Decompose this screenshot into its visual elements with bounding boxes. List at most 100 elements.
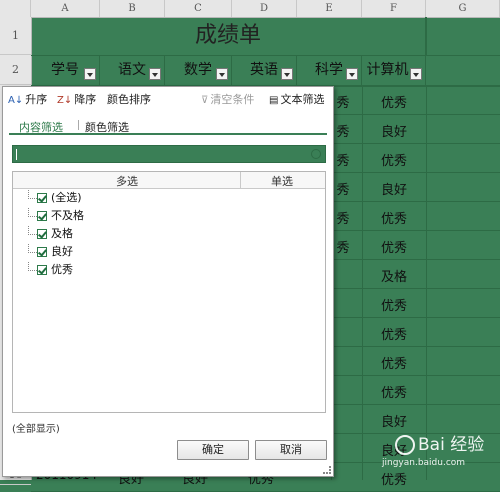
cell-computer-grade[interactable]: 优秀 bbox=[362, 92, 426, 111]
cell-science-grade-partial[interactable]: 秀 bbox=[333, 92, 353, 111]
cell-computer-grade[interactable]: 优秀 bbox=[362, 469, 426, 488]
header-cell-science[interactable]: 科学 bbox=[297, 56, 362, 86]
sheet-title[interactable]: 成绩单 bbox=[31, 17, 426, 55]
filter-dropdown-icon[interactable] bbox=[346, 68, 358, 80]
sort-desc-label: 降序 bbox=[74, 93, 97, 106]
list-item-label: 优秀 bbox=[51, 263, 73, 276]
single-select-mode[interactable]: 单选 bbox=[271, 173, 293, 189]
title-ext-cell[interactable] bbox=[426, 17, 500, 55]
cell-computer-grade[interactable]: 优秀 bbox=[362, 382, 426, 401]
col-header-a[interactable]: A bbox=[31, 0, 100, 17]
text-filter-label: 文本筛选 bbox=[280, 93, 325, 106]
filter-tabs: 内容筛选 颜色筛选 bbox=[9, 119, 327, 135]
filter-dropdown-icon[interactable] bbox=[410, 68, 422, 80]
search-icon bbox=[311, 149, 321, 159]
resize-grip-icon[interactable] bbox=[323, 466, 331, 474]
header-label: 学号 bbox=[51, 62, 79, 78]
filter-search-input[interactable] bbox=[12, 145, 326, 163]
auto-filter-dialog: A↓ 升序 Z↓ 降序 颜色排序 ⊽ 清空条件 ▤ 文本筛选 内容筛选 颜色筛选 多选 … bbox=[2, 86, 334, 477]
tree-connector bbox=[28, 226, 37, 235]
header-separator bbox=[240, 172, 241, 188]
col-header-g[interactable]: G bbox=[426, 0, 500, 17]
cancel-button[interactable]: 取消 bbox=[255, 440, 327, 460]
header-label: 英语 bbox=[250, 62, 278, 78]
paw-icon bbox=[395, 435, 415, 455]
filter-value-list[interactable]: 多选 单选 (全选) 不及格 及格 良好 优秀 bbox=[12, 171, 326, 413]
header-label: 计算机 bbox=[366, 62, 409, 78]
tree-connector bbox=[28, 208, 37, 217]
tab-divider bbox=[78, 120, 79, 130]
cell-computer-grade[interactable]: 优秀 bbox=[362, 208, 426, 227]
ok-button[interactable]: 确定 bbox=[177, 440, 249, 460]
color-sort-button[interactable]: 颜色排序 bbox=[107, 91, 151, 107]
funnel-icon: ⊽ bbox=[201, 94, 209, 106]
watermark-text: Bai 经验 bbox=[418, 435, 485, 455]
checkbox[interactable] bbox=[37, 211, 47, 221]
header-cell-g[interactable] bbox=[426, 56, 500, 86]
clear-condition-button[interactable]: ⊽ 清空条件 bbox=[201, 91, 254, 107]
list-item-label: 及格 bbox=[51, 227, 73, 240]
cell-computer-grade[interactable]: 优秀 bbox=[362, 237, 426, 256]
checkbox[interactable] bbox=[37, 193, 47, 203]
header-cell-math[interactable]: 数学 bbox=[165, 56, 232, 86]
header-cell-computer[interactable]: 计算机 bbox=[362, 56, 426, 86]
cell-computer-grade[interactable]: 优秀 bbox=[362, 150, 426, 169]
cell-science-grade-partial[interactable]: 秀 bbox=[333, 179, 353, 198]
header-row: 学号 语文 数学 英语 科学 计算机 bbox=[31, 55, 500, 87]
cell-computer-grade[interactable]: 及格 bbox=[362, 266, 426, 285]
watermark-logo: Bai 经验 bbox=[395, 430, 484, 455]
row-header-1[interactable]: 1 bbox=[0, 17, 31, 55]
col-header-c[interactable]: C bbox=[165, 0, 232, 17]
cell-science-grade-partial[interactable]: 秀 bbox=[333, 208, 353, 227]
header-cell-id[interactable]: 学号 bbox=[31, 56, 100, 86]
tree-connector bbox=[28, 262, 37, 271]
sort-asc-icon: A↓ bbox=[8, 94, 24, 106]
col-header-d[interactable]: D bbox=[232, 0, 297, 17]
checkbox[interactable] bbox=[37, 265, 47, 275]
cell-science-grade-partial[interactable]: 秀 bbox=[333, 121, 353, 140]
cell-science-grade-partial[interactable]: 秀 bbox=[333, 150, 353, 169]
filter-toolbar: A↓ 升序 Z↓ 降序 颜色排序 ⊽ 清空条件 ▤ 文本筛选 bbox=[3, 87, 333, 109]
sort-desc-button[interactable]: Z↓ 降序 bbox=[57, 91, 96, 107]
header-label: 语文 bbox=[118, 62, 146, 78]
header-label: 科学 bbox=[315, 62, 343, 78]
list-item-label: 良好 bbox=[51, 245, 73, 258]
tab-content-filter[interactable]: 内容筛选 bbox=[19, 119, 63, 135]
cell-computer-grade[interactable]: 良好 bbox=[362, 121, 426, 140]
text-caret bbox=[16, 149, 17, 160]
tree-connector bbox=[28, 190, 37, 199]
list-item-label: 不及格 bbox=[51, 209, 84, 222]
cell-computer-grade[interactable]: 良好 bbox=[362, 179, 426, 198]
checkbox[interactable] bbox=[37, 247, 47, 257]
cell-computer-grade[interactable]: 优秀 bbox=[362, 295, 426, 314]
sort-asc-button[interactable]: A↓ 升序 bbox=[8, 91, 47, 107]
col-header-e[interactable]: E bbox=[297, 0, 362, 17]
cell-computer-grade[interactable]: 优秀 bbox=[362, 353, 426, 372]
header-cell-english[interactable]: 英语 bbox=[232, 56, 297, 86]
tree-connector bbox=[28, 244, 37, 253]
cell-computer-grade[interactable]: 良好 bbox=[362, 411, 426, 430]
header-cell-chinese[interactable]: 语文 bbox=[100, 56, 165, 86]
filter-dropdown-icon[interactable] bbox=[84, 68, 96, 80]
tab-color-filter[interactable]: 颜色筛选 bbox=[85, 119, 129, 135]
checkbox[interactable] bbox=[37, 229, 47, 239]
row-header-2[interactable]: 2 bbox=[0, 55, 31, 85]
column-header-bar: A B C D E F G bbox=[0, 0, 500, 18]
sort-asc-label: 升序 bbox=[25, 93, 48, 106]
select-all-corner[interactable] bbox=[0, 0, 31, 17]
filter-dropdown-icon[interactable] bbox=[149, 68, 161, 80]
cell-computer-grade[interactable]: 优秀 bbox=[362, 324, 426, 343]
col-header-b[interactable]: B bbox=[100, 0, 165, 17]
filter-dropdown-icon[interactable] bbox=[216, 68, 228, 80]
list-header: 多选 单选 bbox=[13, 172, 325, 189]
multi-select-mode[interactable]: 多选 bbox=[116, 173, 138, 189]
col-header-f[interactable]: F bbox=[362, 0, 426, 17]
cell-science-grade-partial[interactable]: 秀 bbox=[333, 237, 353, 256]
text-filter-icon: ▤ bbox=[269, 94, 279, 106]
text-filter-button[interactable]: ▤ 文本筛选 bbox=[269, 91, 324, 107]
sort-desc-icon: Z↓ bbox=[57, 94, 73, 106]
watermark-url: jingyan.baidu.com bbox=[382, 458, 466, 468]
filter-dropdown-icon[interactable] bbox=[281, 68, 293, 80]
show-all-label[interactable]: (全部显示) bbox=[12, 420, 60, 435]
grid-line bbox=[426, 85, 427, 480]
